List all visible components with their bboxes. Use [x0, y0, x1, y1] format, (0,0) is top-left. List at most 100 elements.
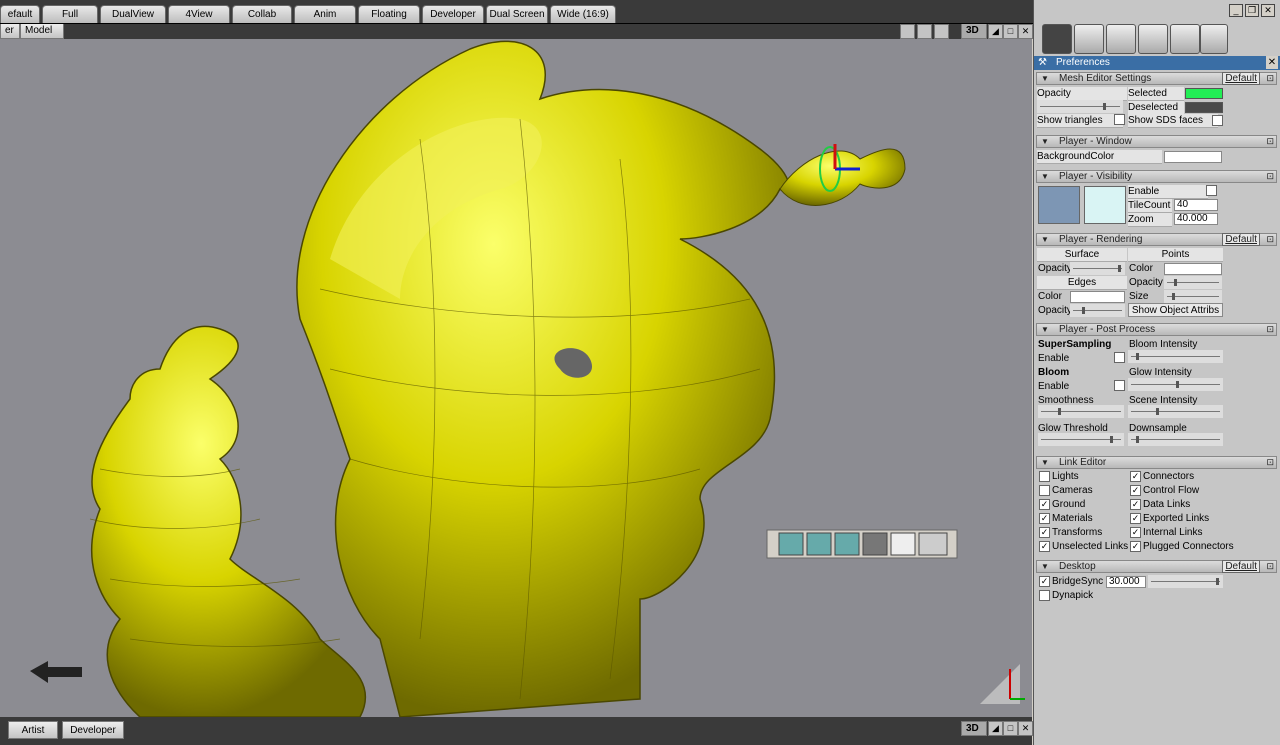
layout-tab-anim[interactable]: Anim: [294, 5, 356, 23]
glow-threshold-slider[interactable]: [1038, 433, 1124, 446]
collapse-arrow-icon[interactable]: ▼: [1041, 73, 1049, 84]
link-checkbox-data-links[interactable]: ✓: [1130, 499, 1141, 510]
desktop-default-button[interactable]: Default: [1222, 560, 1260, 573]
link-checkbox-exported-links[interactable]: ✓: [1130, 513, 1141, 524]
layout-tab-4view[interactable]: 4View: [168, 5, 230, 23]
camera-icon[interactable]: [900, 24, 915, 39]
downsample-slider[interactable]: [1128, 433, 1223, 446]
section-menu-icon[interactable]: ⊡: [1266, 234, 1274, 245]
visibility-enable-checkbox[interactable]: [1206, 185, 1217, 196]
maximize-icon[interactable]: □: [1003, 24, 1018, 39]
collapse-arrow-icon[interactable]: ▼: [1041, 171, 1049, 182]
layout-tab-dualview[interactable]: DualView: [100, 5, 166, 23]
layout-tab-full[interactable]: Full: [42, 5, 98, 23]
gear-tool-icon[interactable]: [1106, 24, 1136, 54]
points-size-slider[interactable]: [1164, 290, 1222, 303]
post-process-header[interactable]: ▼ Player - Post Process ⊡: [1036, 323, 1277, 336]
player-rendering-header[interactable]: ▼ Player - Rendering Default ⊡: [1036, 233, 1277, 246]
link-checkbox-transforms[interactable]: ✓: [1039, 527, 1050, 538]
surface-opacity-slider[interactable]: [1070, 262, 1125, 275]
layout-tab-default[interactable]: efault: [0, 5, 40, 23]
mesh-editor-header[interactable]: ▼ Mesh Editor Settings Default ⊡: [1036, 72, 1277, 85]
layout-tab-collab[interactable]: Collab: [232, 5, 292, 23]
bloom-intensity-slider[interactable]: [1128, 350, 1223, 363]
edges-opacity-slider[interactable]: [1070, 304, 1125, 317]
link-checkbox-lights[interactable]: [1039, 471, 1050, 482]
section-menu-icon[interactable]: ⊡: [1266, 73, 1274, 84]
show-triangles-checkbox[interactable]: [1114, 114, 1125, 125]
layout-tab-wide[interactable]: Wide (16:9): [550, 5, 616, 23]
cube-icon[interactable]: [1138, 24, 1168, 54]
supersampling-enable-checkbox[interactable]: [1114, 352, 1125, 363]
bottom-close-icon[interactable]: ✕: [1018, 721, 1033, 736]
orbit-icon[interactable]: [917, 24, 932, 39]
visibility-swatch-2[interactable]: [1084, 186, 1126, 224]
close-icon[interactable]: ✕: [1018, 24, 1033, 39]
link-checkbox-connectors[interactable]: ✓: [1130, 471, 1141, 482]
link-checkbox-ground[interactable]: ✓: [1039, 499, 1050, 510]
zoom-input[interactable]: 40.000: [1174, 213, 1218, 225]
bottom-tab-artist[interactable]: Artist: [8, 721, 58, 739]
show-sds-checkbox[interactable]: [1212, 115, 1223, 126]
deselected-color-swatch[interactable]: [1185, 102, 1223, 113]
radiation-icon[interactable]: [1200, 24, 1228, 54]
pin-icon[interactable]: ◢: [988, 24, 1003, 39]
bottom-pin-icon[interactable]: ◢: [988, 721, 1003, 736]
background-color-swatch[interactable]: [1164, 151, 1222, 163]
close-window-button[interactable]: ✕: [1261, 4, 1275, 17]
section-menu-icon[interactable]: ⊡: [1266, 136, 1274, 147]
bridgesync-slider[interactable]: [1148, 575, 1223, 588]
pencil-icon[interactable]: [1170, 24, 1200, 54]
bridgesync-checkbox[interactable]: ✓: [1039, 576, 1050, 587]
bottom-view-mode-3d[interactable]: 3D: [961, 721, 987, 736]
collapse-arrow-icon[interactable]: ▼: [1041, 234, 1049, 245]
box-icon[interactable]: [1074, 24, 1104, 54]
collapse-arrow-icon[interactable]: ▼: [1041, 324, 1049, 335]
scene-intensity-slider[interactable]: [1128, 405, 1223, 418]
bridgesync-input[interactable]: 30.000: [1106, 576, 1146, 588]
bloom-enable-checkbox[interactable]: [1114, 380, 1125, 391]
panel-close-icon[interactable]: ✕: [1266, 56, 1278, 69]
bottom-maximize-icon[interactable]: □: [1003, 721, 1018, 736]
close-all-icon[interactable]: [1042, 24, 1072, 54]
view-tab-player[interactable]: er: [0, 24, 20, 39]
section-menu-icon[interactable]: ⊡: [1266, 324, 1274, 335]
show-object-attribs-button[interactable]: Show Object Attribs: [1128, 303, 1223, 317]
link-editor-header[interactable]: ▼ Link Editor ⊡: [1036, 456, 1277, 469]
dynapick-checkbox[interactable]: [1039, 590, 1050, 601]
layout-tab-dual-screen[interactable]: Dual Screen: [486, 5, 548, 23]
pan-icon[interactable]: [934, 24, 949, 39]
section-menu-icon[interactable]: ⊡: [1266, 457, 1274, 468]
collapse-arrow-icon[interactable]: ▼: [1041, 561, 1049, 572]
layout-tab-developer[interactable]: Developer: [422, 5, 484, 23]
collapse-arrow-icon[interactable]: ▼: [1041, 136, 1049, 147]
link-checkbox-internal-links[interactable]: ✓: [1130, 527, 1141, 538]
glow-intensity-slider[interactable]: [1128, 378, 1223, 391]
link-checkbox-control-flow[interactable]: ✓: [1130, 485, 1141, 496]
mesh-default-button[interactable]: Default: [1222, 72, 1260, 85]
tilecount-input[interactable]: 40: [1174, 199, 1218, 211]
smoothness-slider[interactable]: [1038, 405, 1124, 418]
visibility-swatch-1[interactable]: [1038, 186, 1080, 224]
player-visibility-header[interactable]: ▼ Player - Visibility ⊡: [1036, 170, 1277, 183]
section-menu-icon[interactable]: ⊡: [1266, 561, 1274, 572]
link-checkbox-materials[interactable]: ✓: [1039, 513, 1050, 524]
mesh-opacity-slider[interactable]: [1037, 100, 1123, 113]
section-menu-icon[interactable]: ⊡: [1266, 171, 1274, 182]
minimize-window-button[interactable]: _: [1229, 4, 1243, 17]
points-opacity-slider[interactable]: [1164, 276, 1222, 289]
collapse-arrow-icon[interactable]: ▼: [1041, 457, 1049, 468]
selected-color-swatch[interactable]: [1185, 88, 1223, 99]
link-checkbox-plugged-connectors[interactable]: ✓: [1130, 541, 1141, 552]
points-color-swatch[interactable]: [1164, 263, 1222, 275]
player-window-header[interactable]: ▼ Player - Window ⊡: [1036, 135, 1277, 148]
3d-viewport[interactable]: [0, 39, 1032, 717]
link-checkbox-cameras[interactable]: [1039, 485, 1050, 496]
view-tab-model[interactable]: Model: [20, 24, 64, 39]
bottom-tab-developer[interactable]: Developer: [62, 721, 124, 739]
layout-tab-floating[interactable]: Floating: [358, 5, 420, 23]
view-mode-3d[interactable]: 3D: [961, 24, 987, 39]
desktop-header[interactable]: ▼ Desktop Default ⊡: [1036, 560, 1277, 573]
rendering-default-button[interactable]: Default: [1222, 233, 1260, 246]
edges-color-swatch[interactable]: [1070, 291, 1125, 303]
